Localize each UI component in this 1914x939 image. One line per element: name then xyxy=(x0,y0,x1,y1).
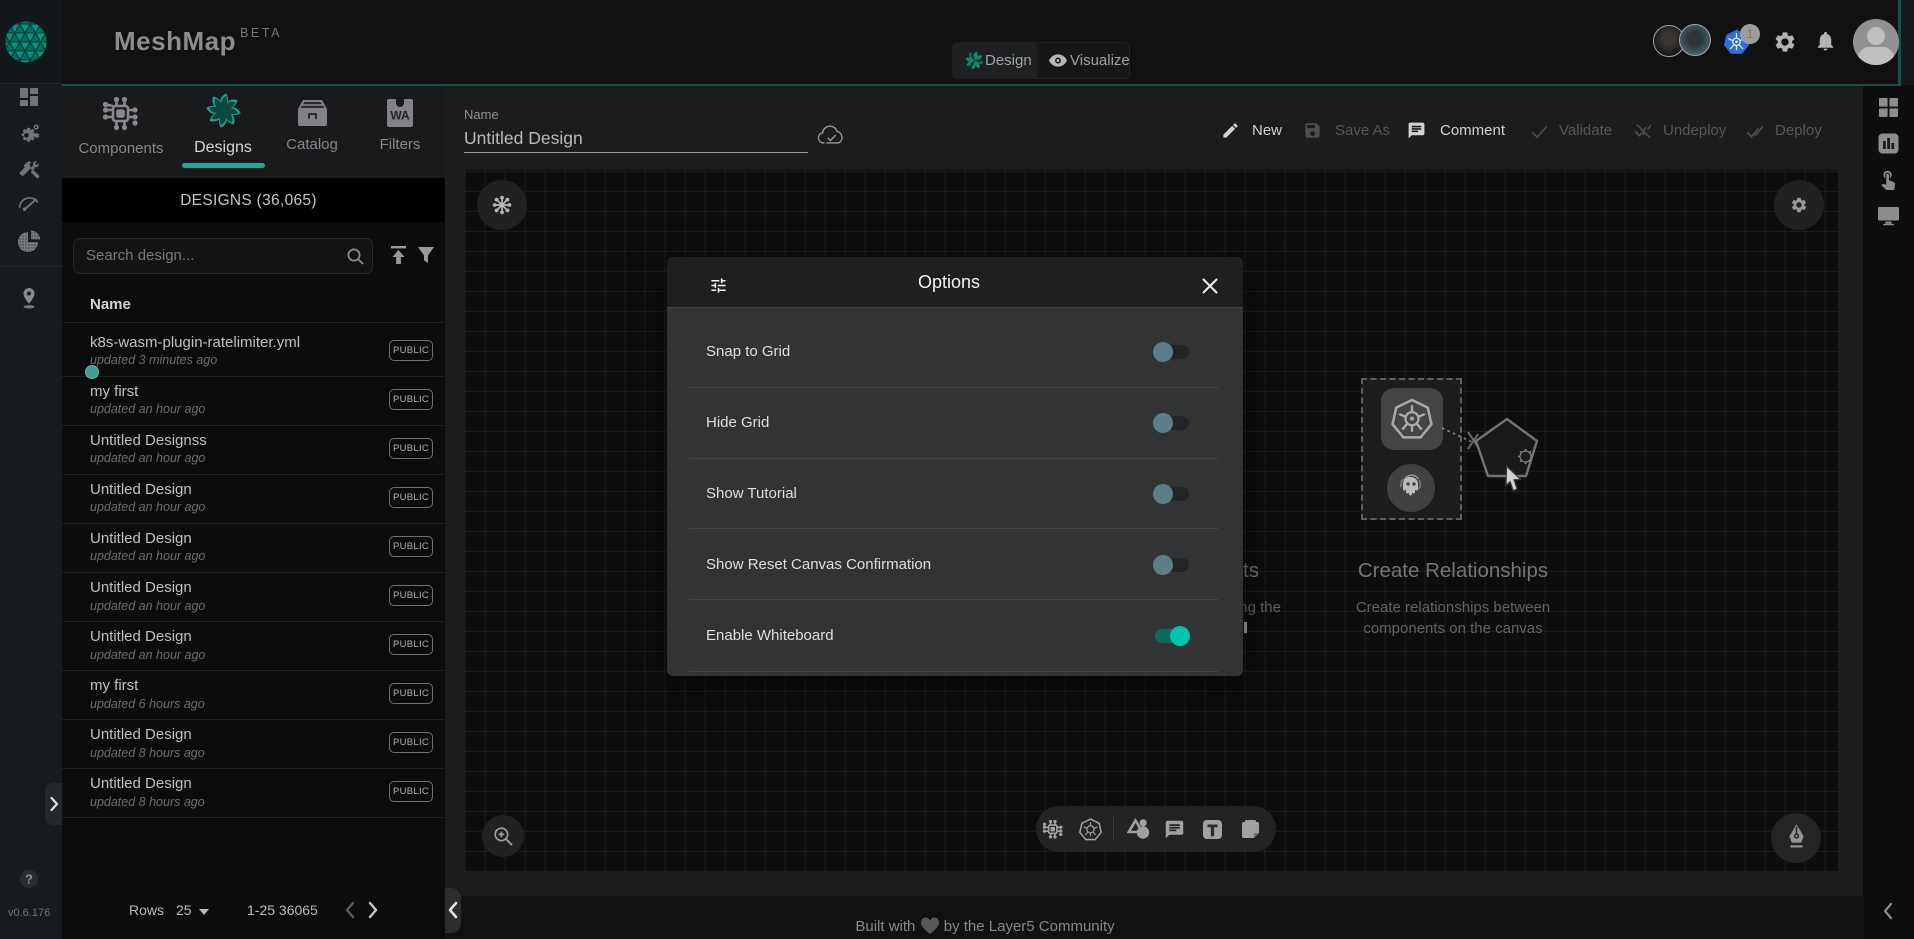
svg-text:?: ? xyxy=(25,872,33,887)
svg-text:WA: WA xyxy=(390,109,410,123)
